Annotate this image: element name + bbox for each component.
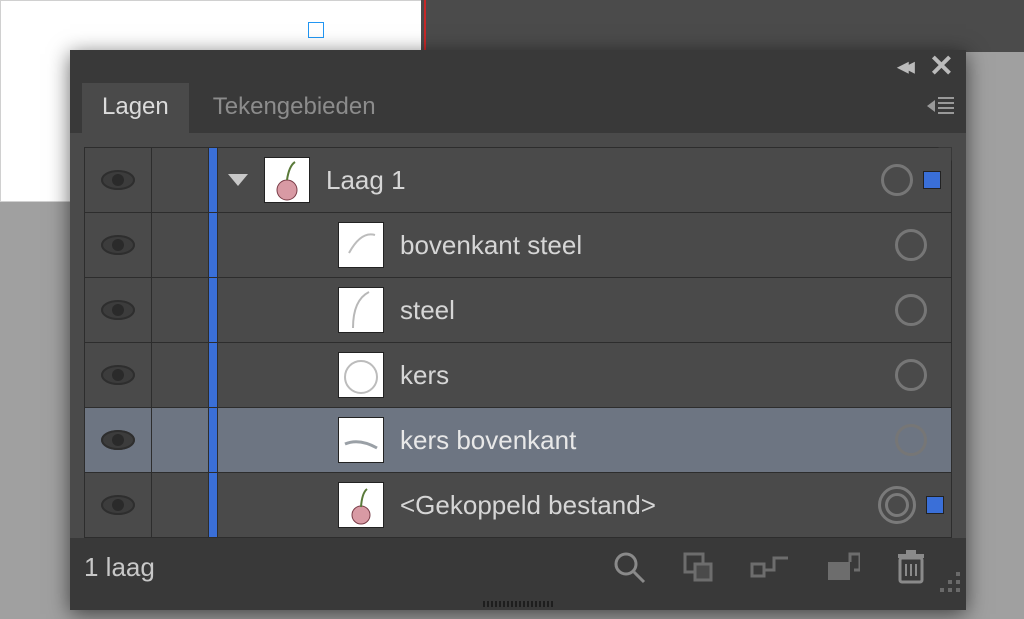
selection-indicator[interactable]	[923, 171, 941, 189]
layer-thumbnail[interactable]	[338, 222, 384, 268]
layer-row-root[interactable]: Laag 1	[85, 148, 951, 213]
layer-name[interactable]: bovenkant steel	[400, 230, 582, 261]
target-icon[interactable]	[895, 294, 927, 326]
layer-row[interactable]: steel	[85, 278, 951, 343]
layers-panel: ◂◂ ✕ Lagen Tekengebieden	[70, 50, 966, 610]
selection-indicator[interactable]	[926, 496, 944, 514]
panel-titlebar[interactable]: ◂◂ ✕	[70, 50, 966, 83]
visibility-toggle[interactable]	[85, 343, 152, 407]
target-icon[interactable]	[895, 424, 927, 456]
selection-handle[interactable]	[308, 22, 324, 38]
panel-menu-icon[interactable]	[927, 97, 954, 114]
lock-cell[interactable]	[152, 408, 209, 472]
layer-color-strip	[209, 148, 218, 212]
new-layer-icon[interactable]	[826, 552, 860, 582]
eye-icon	[101, 300, 135, 320]
visibility-toggle[interactable]	[85, 473, 152, 537]
make-clipping-mask-icon[interactable]	[750, 552, 790, 582]
layer-color-strip	[209, 343, 218, 407]
layer-thumbnail[interactable]	[338, 482, 384, 528]
target-icon[interactable]	[895, 229, 927, 261]
visibility-toggle[interactable]	[85, 278, 152, 342]
target-icon[interactable]	[895, 359, 927, 391]
lock-cell[interactable]	[152, 213, 209, 277]
layer-row[interactable]: kers	[85, 343, 951, 408]
tab-tekengebieden[interactable]: Tekengebieden	[193, 83, 396, 133]
layer-color-strip	[209, 278, 218, 342]
delete-icon[interactable]	[896, 550, 926, 584]
layer-name[interactable]: kers	[400, 360, 449, 391]
eye-icon	[101, 495, 135, 515]
layer-name[interactable]: <Gekoppeld bestand>	[400, 490, 656, 521]
layer-thumbnail[interactable]	[338, 287, 384, 333]
eye-icon	[101, 430, 135, 450]
layer-thumbnail[interactable]	[264, 157, 310, 203]
resize-grip[interactable]	[936, 568, 960, 592]
eye-icon	[101, 170, 135, 190]
eye-icon	[101, 235, 135, 255]
layer-name[interactable]: Laag 1	[326, 165, 406, 196]
layer-name[interactable]: steel	[400, 295, 455, 326]
layers-body: Laag 1 bovenkant steel	[70, 133, 966, 538]
disclosure-triangle-icon[interactable]	[228, 174, 248, 186]
locate-object-icon[interactable]	[682, 551, 714, 583]
panel-footer: 1 laag	[70, 538, 966, 596]
visibility-toggle[interactable]	[85, 408, 152, 472]
target-icon[interactable]	[878, 486, 916, 524]
lock-cell[interactable]	[152, 148, 209, 212]
visibility-toggle[interactable]	[85, 148, 152, 212]
search-icon[interactable]	[612, 550, 646, 584]
lock-cell[interactable]	[152, 473, 209, 537]
layers-list: Laag 1 bovenkant steel	[84, 147, 952, 538]
canvas-dark-area	[421, 0, 1024, 52]
layer-row[interactable]: kers bovenkant	[85, 408, 951, 473]
layer-color-strip	[209, 473, 218, 537]
guide-line	[424, 0, 426, 52]
layer-thumbnail[interactable]	[338, 352, 384, 398]
layer-row[interactable]: bovenkant steel	[85, 213, 951, 278]
eye-icon	[101, 365, 135, 385]
panel-tabs: Lagen Tekengebieden	[70, 83, 966, 133]
collapse-icon[interactable]: ◂◂	[897, 52, 909, 81]
drag-handle[interactable]	[463, 596, 573, 610]
layer-name[interactable]: kers bovenkant	[400, 425, 576, 456]
layer-thumbnail[interactable]	[338, 417, 384, 463]
visibility-toggle[interactable]	[85, 213, 152, 277]
layer-color-strip	[209, 408, 218, 472]
tab-lagen[interactable]: Lagen	[82, 83, 189, 133]
layer-row[interactable]: <Gekoppeld bestand>	[85, 473, 951, 537]
target-icon[interactable]	[881, 164, 913, 196]
close-icon[interactable]: ✕	[929, 52, 954, 82]
lock-cell[interactable]	[152, 278, 209, 342]
layer-color-strip	[209, 213, 218, 277]
layer-count-label: 1 laag	[84, 552, 155, 583]
lock-cell[interactable]	[152, 343, 209, 407]
